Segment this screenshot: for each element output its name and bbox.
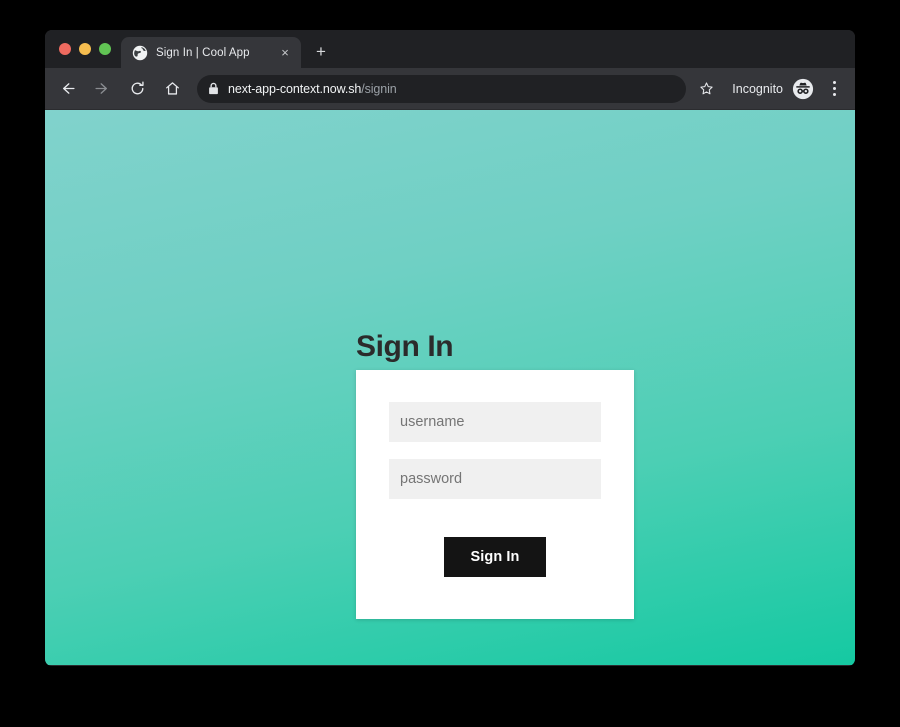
back-arrow-icon <box>62 83 75 94</box>
username-input[interactable] <box>389 402 601 442</box>
bookmark-button[interactable] <box>694 77 718 101</box>
maximize-window-button[interactable] <box>99 43 111 55</box>
url-text: next-app-context.now.sh/signin <box>228 82 675 96</box>
globe-icon <box>132 45 148 60</box>
profile-label: Incognito <box>732 81 783 96</box>
home-icon <box>165 82 179 95</box>
star-icon <box>700 82 713 95</box>
forward-arrow-icon <box>94 83 107 94</box>
home-button[interactable] <box>158 75 186 103</box>
browser-tab-sign-in[interactable]: Sign In | Cool App × <box>121 37 301 68</box>
minimize-window-button[interactable] <box>79 43 91 55</box>
three-dot-menu-icon <box>832 93 836 96</box>
browser-menu-button[interactable] <box>823 76 845 102</box>
incognito-icon[interactable] <box>792 78 814 100</box>
page-title: Sign In <box>356 330 454 363</box>
tab-strip: Sign In | Cool App × + <box>45 30 855 68</box>
close-tab-button[interactable]: × <box>277 45 293 61</box>
new-tab-button[interactable]: + <box>307 38 335 66</box>
three-dot-menu-icon <box>832 81 836 84</box>
tab-title: Sign In | Cool App <box>156 46 250 59</box>
three-dot-menu-icon <box>832 87 836 90</box>
lock-icon <box>209 82 218 95</box>
address-bar[interactable]: next-app-context.now.sh/signin <box>197 74 687 103</box>
browser-window: Sign In | Cool App × + next-app-context.… <box>45 30 855 666</box>
signin-submit-button[interactable]: Sign In <box>444 537 546 577</box>
page-viewport: Sign In Sign In <box>45 110 855 665</box>
forward-button[interactable] <box>88 75 116 103</box>
signin-card: Sign In <box>356 370 634 619</box>
url-host: next-app-context.now.sh <box>228 81 362 96</box>
browser-toolbar: next-app-context.now.sh/signin Incognito <box>45 68 855 110</box>
close-window-button[interactable] <box>59 43 71 55</box>
window-controls <box>53 30 121 68</box>
url-path: /signin <box>361 81 397 96</box>
submit-row: Sign In <box>389 537 601 577</box>
reload-icon <box>131 81 144 95</box>
password-input[interactable] <box>389 459 601 499</box>
back-button[interactable] <box>53 75 81 103</box>
reload-button[interactable] <box>123 75 151 103</box>
